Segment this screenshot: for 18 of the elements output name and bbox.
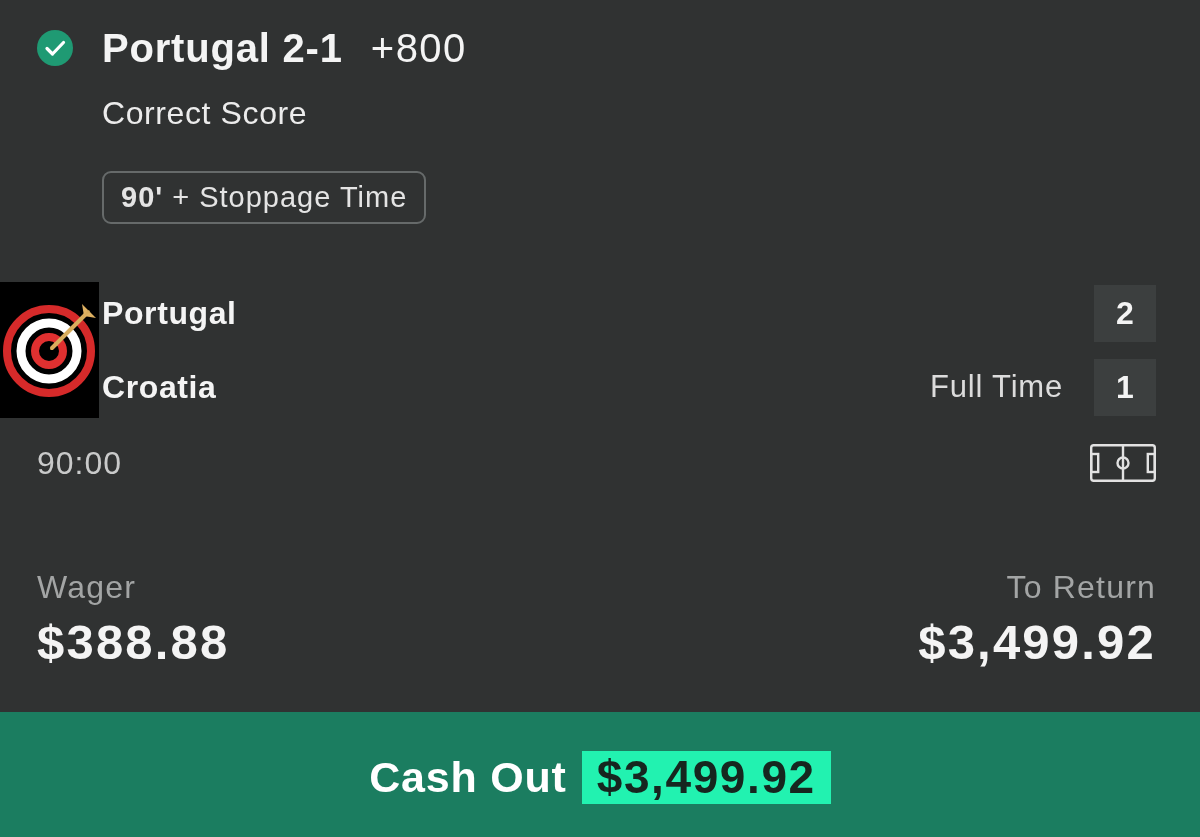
bet-selection: Portugal 2-1: [102, 25, 343, 71]
to-return-amount: $3,499.92: [918, 614, 1156, 670]
team-score: 1: [1094, 358, 1156, 416]
bet-market: Correct Score: [102, 96, 308, 130]
match-clock: 90:00: [37, 446, 123, 480]
pitch-icon[interactable]: [1090, 444, 1156, 482]
cash-out-button[interactable]: Cash Out $3,499.92: [0, 712, 1200, 837]
match-status: Full Time: [930, 370, 1063, 404]
wager-amount: $388.88: [37, 614, 230, 670]
wager-label: Wager: [37, 570, 137, 604]
cash-out-amount: $3,499.92: [581, 750, 831, 804]
target-icon: [0, 282, 99, 418]
team-score: 2: [1094, 284, 1156, 342]
bet-odds: +800: [370, 25, 467, 71]
team-name: Croatia: [102, 369, 218, 405]
time-badge: 90' + Stoppage Time: [102, 171, 427, 224]
team-name: Portugal: [102, 295, 238, 331]
to-return-label: To Return: [1006, 570, 1156, 604]
